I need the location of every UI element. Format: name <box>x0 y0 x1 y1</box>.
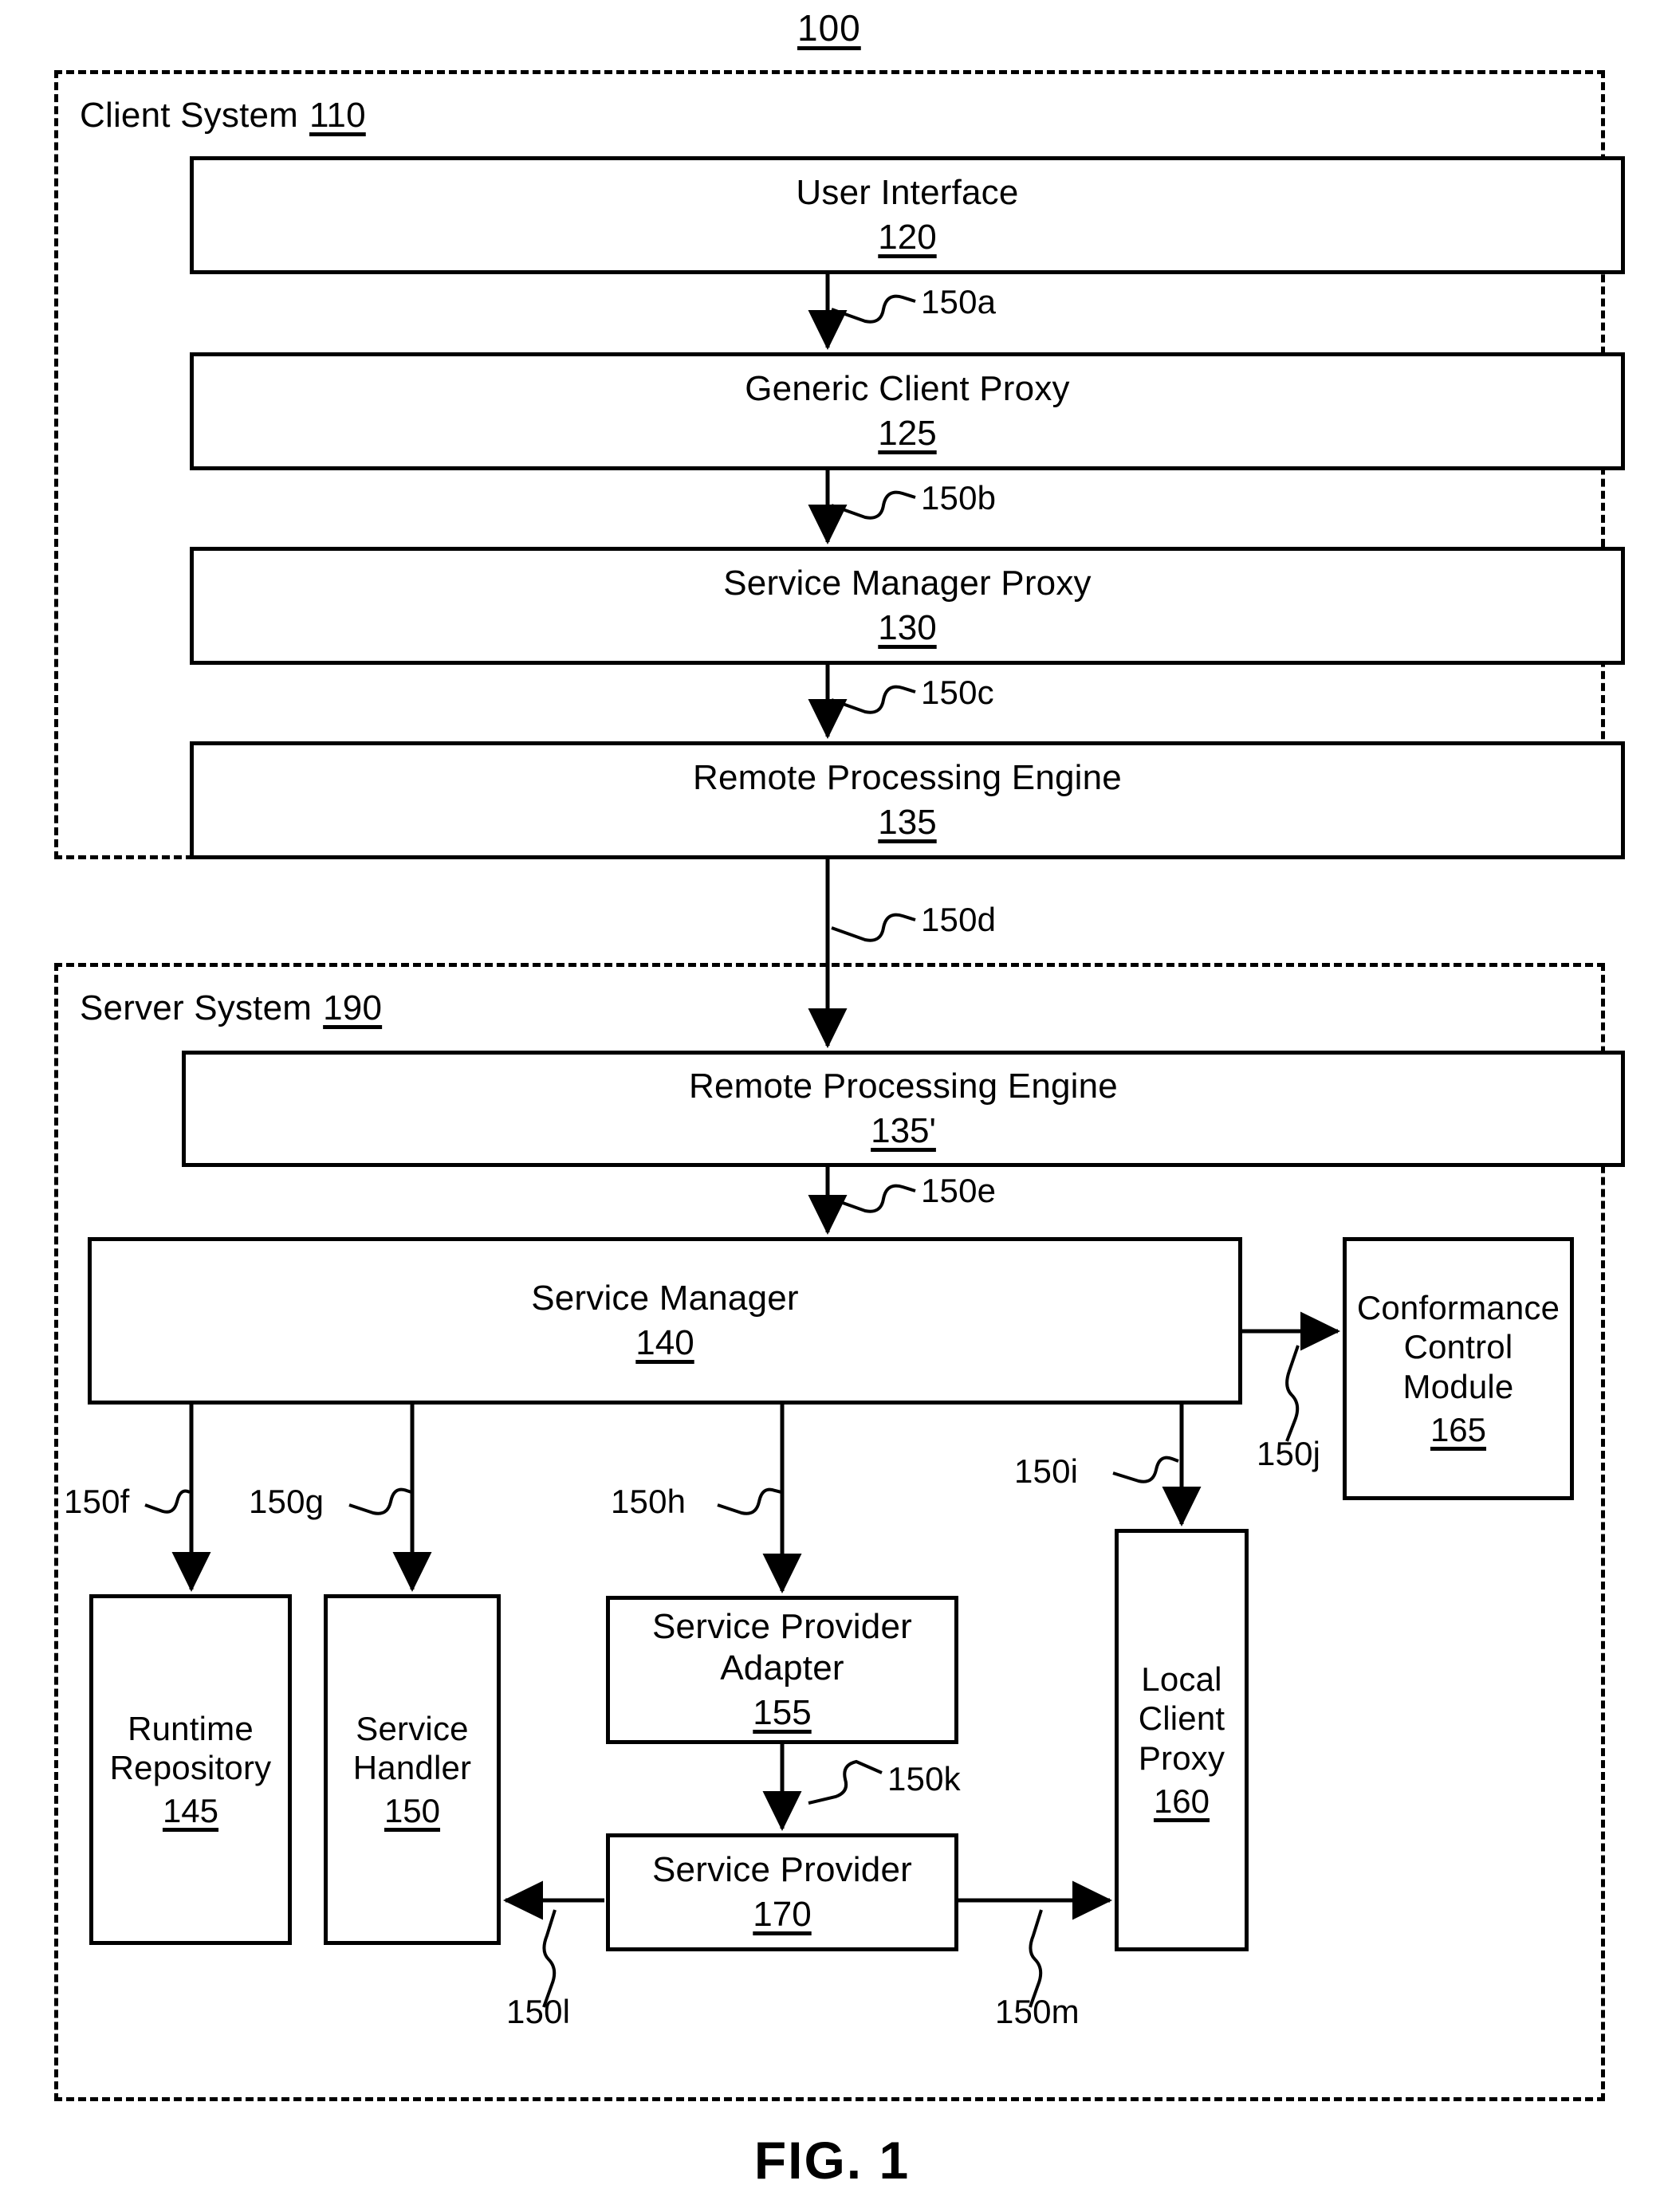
patent-figure-page: 100 Client System 110 User Interface 120 … <box>0 0 1664 2212</box>
component-service-handler-label: Service Handler <box>352 1709 472 1787</box>
figure-reference-number: 100 <box>797 7 861 49</box>
component-runtime-repository-label: Runtime Repository <box>109 1709 272 1787</box>
leader-squiggle-150d <box>831 913 916 942</box>
component-remote-processing-engine-server[interactable]: Remote Processing Engine 135' <box>182 1051 1625 1167</box>
connector-label-150d: 150d <box>921 901 997 938</box>
component-remote-processing-engine-client-number: 135 <box>878 803 937 842</box>
server-system-title-text: Server System <box>80 988 313 1027</box>
figure-caption: FIG. 1 <box>753 2131 911 2190</box>
connector-label-150c: 150c <box>921 674 994 711</box>
client-system-title-text: Client System <box>80 96 299 135</box>
component-remote-processing-engine-server-number: 135' <box>871 1111 936 1150</box>
component-service-manager[interactable]: Service Manager 140 <box>88 1237 1242 1405</box>
component-conformance-control-module[interactable]: Conformance Control Module 165 <box>1343 1237 1574 1500</box>
connector-label-150k: 150k <box>887 1760 961 1797</box>
component-service-manager-number: 140 <box>635 1323 694 1362</box>
component-generic-client-proxy[interactable]: Generic Client Proxy 125 <box>190 352 1625 470</box>
connector-label-150e: 150e <box>921 1172 997 1209</box>
component-remote-processing-engine-client-label: Remote Processing Engine <box>693 758 1122 798</box>
connector-label-150f: 150f <box>64 1483 130 1520</box>
connector-label-150a: 150a <box>921 283 997 320</box>
component-service-handler-number: 150 <box>384 1791 441 1829</box>
server-system-number: 190 <box>323 988 383 1027</box>
component-service-manager-proxy-label: Service Manager Proxy <box>723 564 1092 603</box>
component-user-interface-number: 120 <box>878 218 937 257</box>
component-service-provider[interactable]: Service Provider 170 <box>606 1833 958 1951</box>
component-service-handler[interactable]: Service Handler 150 <box>324 1594 501 1945</box>
client-system-title: Client System 110 <box>80 96 366 136</box>
component-service-provider-adapter[interactable]: Service Provider Adapter 155 <box>606 1596 958 1744</box>
component-service-provider-adapter-number: 155 <box>753 1692 812 1732</box>
connector-label-150i: 150i <box>1014 1452 1079 1490</box>
component-remote-processing-engine-client[interactable]: Remote Processing Engine 135 <box>190 741 1625 859</box>
component-service-manager-proxy[interactable]: Service Manager Proxy 130 <box>190 547 1625 665</box>
component-local-client-proxy-label: Local Client Proxy <box>1138 1660 1225 1777</box>
client-system-number: 110 <box>309 96 366 135</box>
component-runtime-repository-number: 145 <box>162 1791 219 1829</box>
component-local-client-proxy[interactable]: Local Client Proxy 160 <box>1115 1529 1249 1951</box>
component-service-manager-label: Service Manager <box>531 1279 799 1318</box>
component-user-interface-label: User Interface <box>796 173 1019 213</box>
component-service-provider-adapter-label: Service Provider Adapter <box>652 1607 912 1688</box>
connector-label-150m: 150m <box>995 1993 1080 2030</box>
component-generic-client-proxy-label: Generic Client Proxy <box>745 369 1070 409</box>
component-service-manager-proxy-number: 130 <box>878 608 937 647</box>
component-service-provider-label: Service Provider <box>652 1850 912 1890</box>
component-conformance-control-module-label: Conformance Control Module <box>1356 1288 1560 1405</box>
component-service-provider-number: 170 <box>753 1895 812 1934</box>
component-runtime-repository[interactable]: Runtime Repository 145 <box>89 1594 292 1945</box>
component-user-interface[interactable]: User Interface 120 <box>190 156 1625 274</box>
connector-label-150j: 150j <box>1257 1435 1321 1472</box>
server-system-title: Server System 190 <box>80 988 382 1028</box>
component-generic-client-proxy-number: 125 <box>878 414 937 453</box>
component-local-client-proxy-number: 160 <box>1153 1782 1210 1820</box>
component-conformance-control-module-number: 165 <box>1430 1410 1487 1448</box>
connector-label-150l: 150l <box>506 1993 571 2030</box>
component-remote-processing-engine-server-label: Remote Processing Engine <box>689 1067 1118 1106</box>
connector-label-150b: 150b <box>921 479 997 517</box>
connector-label-150g: 150g <box>249 1483 325 1520</box>
connector-label-150h: 150h <box>611 1483 686 1520</box>
